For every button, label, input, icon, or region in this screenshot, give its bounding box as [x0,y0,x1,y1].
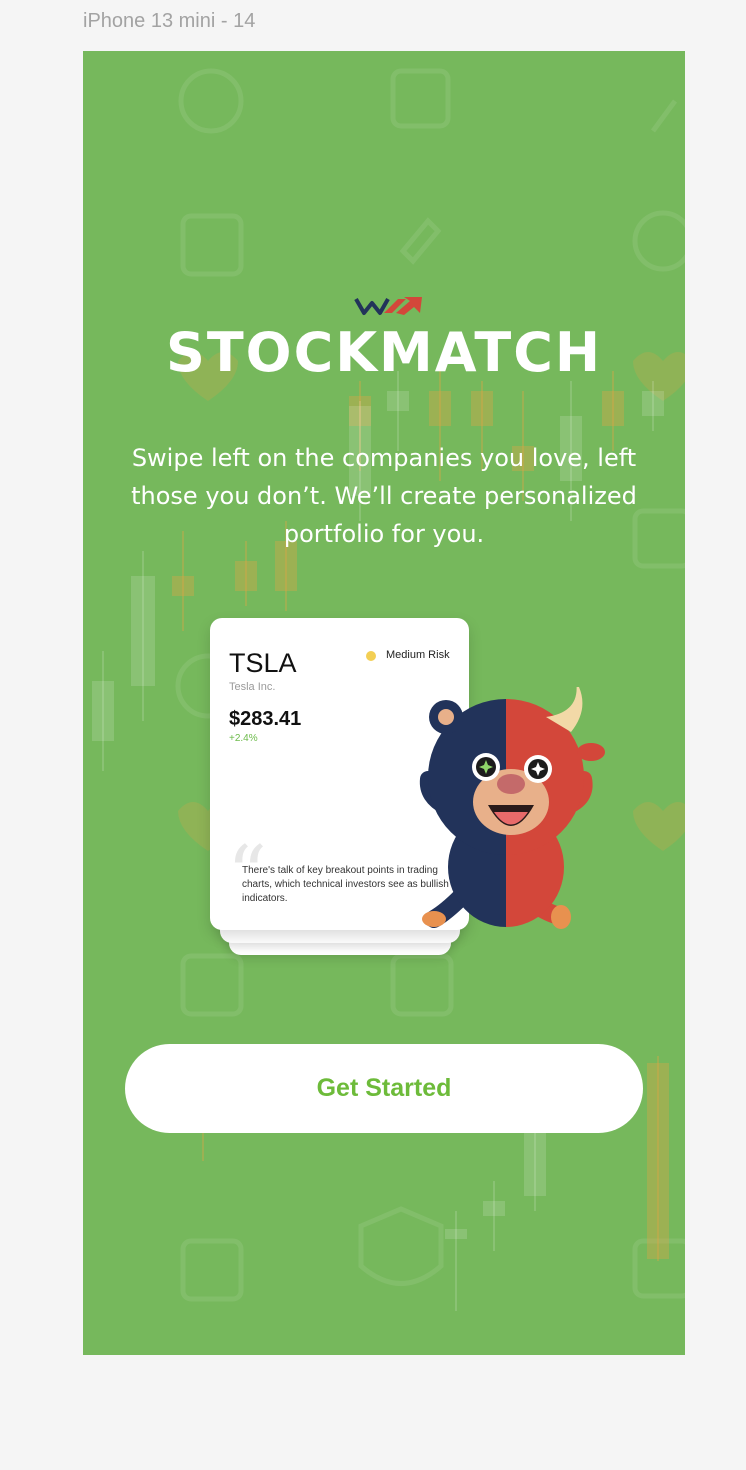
risk-label: Medium Risk [386,649,450,661]
stock-price: $283.41 [229,708,302,730]
frame-label: iPhone 13 mini - 14 [83,10,256,32]
tagline-line-3: portfolio for you. [283,520,485,548]
company-name: Tesla Inc. [229,681,276,693]
stock-ticker: TSLA [229,648,297,678]
onboarding-screen: STOCKMATCH Swipe left on the companies y… [83,51,685,1355]
tagline-line-2: those you don’t. We’ll create personaliz… [131,482,637,510]
bull-bear-mascot [419,687,605,929]
price-change: +2.4% [229,733,258,744]
brand-name: STOCKMATCH [165,321,603,384]
risk-indicator-icon [366,651,376,661]
get-started-button[interactable]: Get Started [125,1044,643,1133]
tagline-line-1: Swipe left on the companies you love, le… [131,444,637,472]
stockmatch-logo-icon [354,297,422,315]
tagline: Swipe left on the companies you love, le… [123,439,645,553]
